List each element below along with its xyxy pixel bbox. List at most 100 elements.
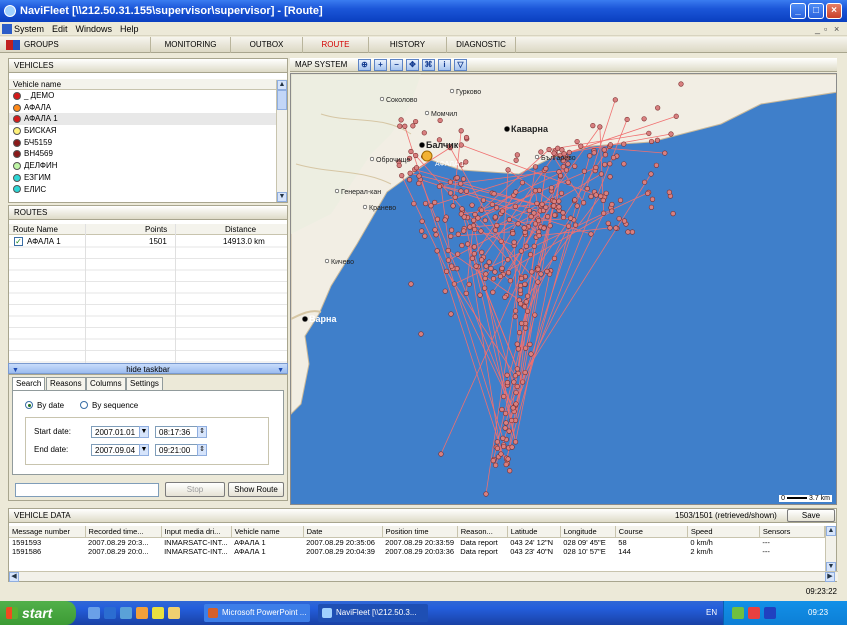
- scroll-up-icon[interactable]: ▲: [826, 526, 836, 536]
- stop-button[interactable]: Stop: [165, 482, 225, 497]
- close-button[interactable]: ×: [826, 3, 842, 19]
- hide-taskbar-toggle[interactable]: ▼ hide taskbar ▼: [8, 363, 288, 374]
- vehicle-row[interactable]: ЕЛИС: [9, 184, 287, 196]
- tab-search[interactable]: Search: [12, 377, 46, 391]
- show-route-button[interactable]: Show Route: [228, 482, 284, 497]
- start-date-dropdown-icon[interactable]: ▼: [139, 426, 149, 438]
- tab-diagnostic[interactable]: DIAGNOSTIC: [446, 37, 516, 53]
- vehicle-data-vscrollbar[interactable]: ▲ ▼: [825, 526, 836, 572]
- vehicle-list-scrollbar[interactable]: ▲ ▼: [276, 80, 287, 202]
- task-navifleet[interactable]: NaviFleet [\\212.50.3...: [318, 604, 428, 622]
- vehicle-row[interactable]: БИСКАЯ: [9, 125, 287, 137]
- vehicle-row[interactable]: ЕЗГИМ: [9, 172, 287, 184]
- col-route-name[interactable]: Route Name: [13, 224, 58, 235]
- vehicle-name-column[interactable]: Vehicle name: [9, 79, 287, 90]
- language-indicator[interactable]: EN: [706, 608, 717, 617]
- task-powerpoint[interactable]: Microsoft PowerPoint ...: [204, 604, 310, 622]
- vehicle-data-column[interactable]: Speed: [687, 526, 760, 538]
- route-point: [558, 190, 565, 196]
- groups-button[interactable]: GROUPS: [0, 37, 150, 53]
- vehicle-data-column[interactable]: Latitude: [507, 526, 561, 538]
- tab-history[interactable]: HISTORY: [368, 37, 446, 53]
- full-extent-icon[interactable]: ⌘: [422, 59, 435, 71]
- route-point: [600, 197, 606, 203]
- tray-network-icon[interactable]: [732, 607, 744, 619]
- vehicle-data-column[interactable]: Input media dri...: [161, 526, 232, 538]
- by-sequence-radio[interactable]: [80, 401, 88, 409]
- scroll-right-icon[interactable]: ▶: [825, 572, 835, 582]
- show-desktop-icon[interactable]: [88, 607, 100, 619]
- mdi-minimize-icon[interactable]: _: [815, 24, 820, 34]
- route-checkbox[interactable]: ✓: [14, 237, 23, 246]
- save-button[interactable]: Save: [787, 509, 835, 522]
- zoom-out-icon[interactable]: −: [390, 59, 403, 71]
- tab-settings[interactable]: Settings: [126, 377, 163, 390]
- tray-security-icon[interactable]: [748, 607, 760, 619]
- route-point: [514, 152, 520, 158]
- by-date-radio[interactable]: [25, 401, 33, 409]
- zoom-fit-icon[interactable]: ⊕: [358, 59, 371, 71]
- mdi-restore-icon[interactable]: ▫: [824, 24, 827, 34]
- route-point: [670, 211, 676, 217]
- vehicle-data-column[interactable]: Sensors: [759, 526, 826, 538]
- tray-app-icon[interactable]: [764, 607, 776, 619]
- route-point: [445, 247, 451, 254]
- route-point: [560, 214, 567, 221]
- maximize-button[interactable]: □: [808, 3, 824, 19]
- tab-reasons[interactable]: Reasons: [46, 377, 86, 390]
- route-point: [519, 320, 525, 326]
- tab-route[interactable]: ROUTE: [302, 37, 368, 53]
- vehicle-row[interactable]: БЧ5159: [9, 137, 287, 149]
- vehicle-data-column[interactable]: Date: [303, 526, 383, 538]
- vehicle-row[interactable]: ВН4569: [9, 148, 287, 160]
- end-date-dropdown-icon[interactable]: ▼: [139, 444, 149, 456]
- map-view[interactable]: Гурково Соколово Момчил Каварна Балчик Оброчи…: [290, 73, 837, 505]
- table-row[interactable]: 1591593 2007.08.29 20:3... INMARSATC-INT..…: [9, 537, 825, 547]
- info-icon[interactable]: i: [438, 59, 451, 71]
- menu-edit[interactable]: Edit: [52, 24, 68, 34]
- vehicle-data-column[interactable]: Recorded time...: [85, 526, 162, 538]
- route-point: [504, 372, 510, 378]
- table-row[interactable]: 1591586 2007.08.29 20:0... INMARSATC-INT..…: [9, 547, 825, 556]
- vehicle-row[interactable]: ДЕЛФИН: [9, 160, 287, 172]
- vehicle-row[interactable]: АФАЛА 1: [9, 113, 287, 126]
- ie-icon[interactable]: [104, 607, 116, 619]
- scroll-thumb[interactable]: [277, 90, 287, 110]
- menu-system[interactable]: System: [14, 24, 44, 34]
- scroll-up-icon[interactable]: ▲: [277, 80, 287, 90]
- vehicle-data-column[interactable]: Message number: [9, 526, 86, 538]
- col-distance[interactable]: Distance: [225, 224, 256, 235]
- filter-icon[interactable]: ▽: [454, 59, 467, 71]
- vehicle-data-column[interactable]: Longitude: [560, 526, 616, 538]
- app-menu-icon[interactable]: [2, 24, 12, 34]
- menu-help[interactable]: Help: [120, 24, 139, 34]
- route-row[interactable]: ✓ АФАЛА 1 1501 14913.0 km: [9, 236, 287, 247]
- map-canvas[interactable]: Гурково Соколово Момчил Каварна Балчик Оброчи…: [291, 74, 837, 505]
- zoom-in-icon[interactable]: +: [374, 59, 387, 71]
- start-button[interactable]: start: [0, 601, 76, 625]
- vehicle-data-hscrollbar[interactable]: ◀ ▶: [9, 571, 838, 582]
- tab-columns[interactable]: Columns: [86, 377, 126, 390]
- pan-icon[interactable]: ✥: [406, 59, 419, 71]
- messenger-icon[interactable]: [152, 607, 164, 619]
- mdi-close-icon[interactable]: ×: [834, 24, 839, 34]
- start-time-spinner-icon[interactable]: ⇕: [197, 426, 207, 438]
- folder-icon[interactable]: [168, 607, 180, 619]
- col-points[interactable]: Points: [145, 224, 167, 235]
- vehicle-data-column[interactable]: Position time: [382, 526, 458, 538]
- vehicle-data-column[interactable]: Vehicle name: [231, 526, 304, 538]
- scroll-down-icon[interactable]: ▼: [277, 192, 287, 202]
- tab-monitoring[interactable]: MONITORING: [150, 37, 230, 53]
- vehicle-data-column[interactable]: Course: [615, 526, 688, 538]
- tab-outbox[interactable]: OUTBOX: [230, 37, 302, 53]
- vehicle-row[interactable]: АФАЛА: [9, 102, 287, 114]
- vehicle-row[interactable]: _ ДЕМО: [9, 90, 287, 102]
- end-time-spinner-icon[interactable]: ⇕: [197, 444, 207, 456]
- search-text-input[interactable]: [15, 483, 159, 497]
- menu-windows[interactable]: Windows: [76, 24, 113, 34]
- vehicle-data-column[interactable]: Reason...: [457, 526, 508, 538]
- scroll-left-icon[interactable]: ◀: [9, 572, 19, 582]
- minimize-button[interactable]: _: [790, 3, 806, 19]
- media-player-icon[interactable]: [136, 607, 148, 619]
- word-icon[interactable]: [120, 607, 132, 619]
